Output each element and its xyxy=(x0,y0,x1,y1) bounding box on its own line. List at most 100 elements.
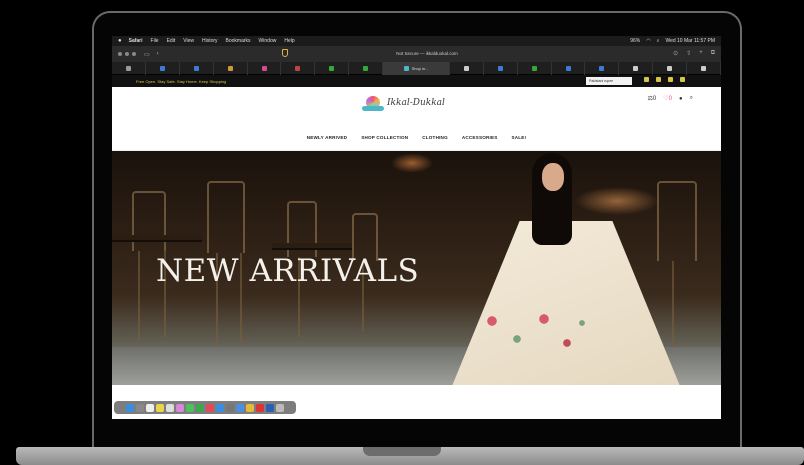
notes-icon[interactable] xyxy=(156,403,164,412)
tab-favicon-icon xyxy=(531,65,537,71)
nav-newly-arrived[interactable]: NEWLY ARRIVED xyxy=(307,135,347,140)
tab[interactable] xyxy=(687,61,721,75)
download-icon[interactable]: ⊙ xyxy=(673,50,678,57)
chrome-icon[interactable] xyxy=(246,403,254,412)
site-logo[interactable]: Ikkal-Dukkal xyxy=(362,94,445,112)
tab[interactable] xyxy=(146,61,180,75)
chair xyxy=(132,191,166,251)
tab[interactable] xyxy=(653,61,688,75)
appstore-icon[interactable] xyxy=(216,403,224,412)
status-area: 96% ◠ ⌕ Wed 10 Mar 11:57 PM xyxy=(630,38,715,44)
tab-favicon-icon xyxy=(701,65,707,71)
nav-sale[interactable]: SALE! xyxy=(512,135,527,140)
twitter-icon[interactable] xyxy=(656,77,661,82)
tab-active[interactable]: Shop in... xyxy=(383,61,450,75)
instagram-icon[interactable] xyxy=(680,77,685,82)
browser-toolbar: ▭ ‹ Not Secure — ikkalduokal.com ⊙ ⇧ + ⧉ xyxy=(112,46,721,62)
back-icon[interactable]: ‹ xyxy=(157,51,159,57)
hero-banner[interactable]: NEW ARRIVALS xyxy=(112,151,721,385)
table xyxy=(272,243,352,248)
tab-favicon-icon xyxy=(363,65,369,71)
messages-icon[interactable] xyxy=(186,403,194,412)
tab-favicon-icon xyxy=(565,65,571,71)
tab-favicon-icon xyxy=(125,65,131,71)
tab-favicon-icon xyxy=(497,65,503,71)
facebook-icon[interactable] xyxy=(644,77,649,82)
nav-shop-collection[interactable]: SHOP COLLECTION xyxy=(361,135,408,140)
tab-overview-icon[interactable]: ⧉ xyxy=(711,50,715,57)
nav-accessories[interactable]: ACCESSORIES xyxy=(462,135,498,140)
menu-window[interactable]: Window xyxy=(259,38,277,44)
tab[interactable] xyxy=(518,61,552,75)
tab-favicon-icon xyxy=(227,65,233,71)
zoom-window-button[interactable] xyxy=(132,52,136,56)
sidebar-icon[interactable]: ▭ xyxy=(144,51,150,58)
acrobat-icon[interactable] xyxy=(256,403,264,412)
announcement-text: Free Open. Stay Safe. Stay Home. Keep Sh… xyxy=(136,78,227,84)
menu-bookmarks[interactable]: Bookmarks xyxy=(226,38,251,44)
tab[interactable] xyxy=(349,61,384,75)
search-icon[interactable]: ⌕ xyxy=(657,38,660,44)
tab-favicon-icon xyxy=(159,65,165,71)
laptop-screen: ● Safari File Edit View History Bookmark… xyxy=(112,36,721,419)
apple-icon[interactable]: ● xyxy=(118,38,122,44)
tab[interactable] xyxy=(450,61,484,75)
currency-select[interactable]: Pakistani rupee xyxy=(586,77,632,85)
tab[interactable] xyxy=(585,61,620,75)
reminders-icon[interactable] xyxy=(166,403,174,412)
menu-edit[interactable]: Edit xyxy=(167,38,176,44)
wishlist-count: 0 xyxy=(668,96,672,102)
settings-icon[interactable] xyxy=(226,403,234,412)
mac-dock xyxy=(114,401,296,414)
menu-help[interactable]: Help xyxy=(284,38,294,44)
tab[interactable] xyxy=(281,61,316,75)
menu-history[interactable]: History xyxy=(202,38,218,44)
minimize-window-button[interactable] xyxy=(125,52,129,56)
new-tab-icon[interactable]: + xyxy=(699,50,703,57)
battery-level[interactable]: 96% xyxy=(630,38,640,44)
chair xyxy=(207,181,245,253)
desktop-photo: ● Safari File Edit View History Bookmark… xyxy=(0,0,804,465)
search-icon[interactable]: ⌕ xyxy=(690,95,693,102)
mail-icon[interactable] xyxy=(236,403,244,412)
wishlist-icon[interactable]: ♡0 xyxy=(663,95,672,102)
chair-leg xyxy=(138,251,140,341)
tab[interactable] xyxy=(248,61,282,75)
tab-favicon-icon xyxy=(599,65,605,71)
tab[interactable] xyxy=(619,61,654,75)
facetime-icon[interactable] xyxy=(196,403,204,412)
share-icon[interactable]: ⇧ xyxy=(686,50,691,57)
tab-favicon-icon xyxy=(633,65,639,71)
tab[interactable] xyxy=(214,61,248,75)
photos-icon[interactable] xyxy=(176,403,184,412)
address-bar[interactable]: Not Secure — ikkalduokal.com xyxy=(367,49,487,58)
chair-leg xyxy=(672,261,674,351)
cart-icon[interactable]: ⚖0 xyxy=(648,95,657,102)
launchpad-icon[interactable] xyxy=(136,403,144,412)
menu-safari[interactable]: Safari xyxy=(129,38,143,44)
tab[interactable] xyxy=(484,61,518,75)
email-icon[interactable] xyxy=(668,77,673,82)
finder-icon[interactable] xyxy=(126,403,134,412)
close-window-button[interactable] xyxy=(118,52,122,56)
tab[interactable] xyxy=(112,61,146,75)
music-icon[interactable] xyxy=(206,403,214,412)
account-icon[interactable]: ● xyxy=(679,96,683,102)
word-icon[interactable] xyxy=(266,403,274,412)
tab[interactable] xyxy=(552,61,586,75)
nav-clothing[interactable]: CLOTHING xyxy=(422,135,448,140)
main-nav: NEWLY ARRIVED SHOP COLLECTION CLOTHING A… xyxy=(112,125,721,151)
calendar-icon[interactable] xyxy=(146,403,154,412)
privacy-shield-icon[interactable] xyxy=(282,49,288,57)
cart-count: 0 xyxy=(652,96,657,102)
tab-favicon-icon xyxy=(193,65,199,71)
tab[interactable] xyxy=(315,61,350,75)
menu-view[interactable]: View xyxy=(183,38,194,44)
tab[interactable] xyxy=(180,61,214,75)
clock[interactable]: Wed 10 Mar 11:57 PM xyxy=(665,38,715,44)
active-tab-label: Shop in... xyxy=(411,65,429,71)
tab-favicon-icon xyxy=(667,65,673,71)
wifi-icon[interactable]: ◠ xyxy=(646,38,650,44)
trash-icon[interactable] xyxy=(276,403,284,412)
menu-file[interactable]: File xyxy=(151,38,159,44)
